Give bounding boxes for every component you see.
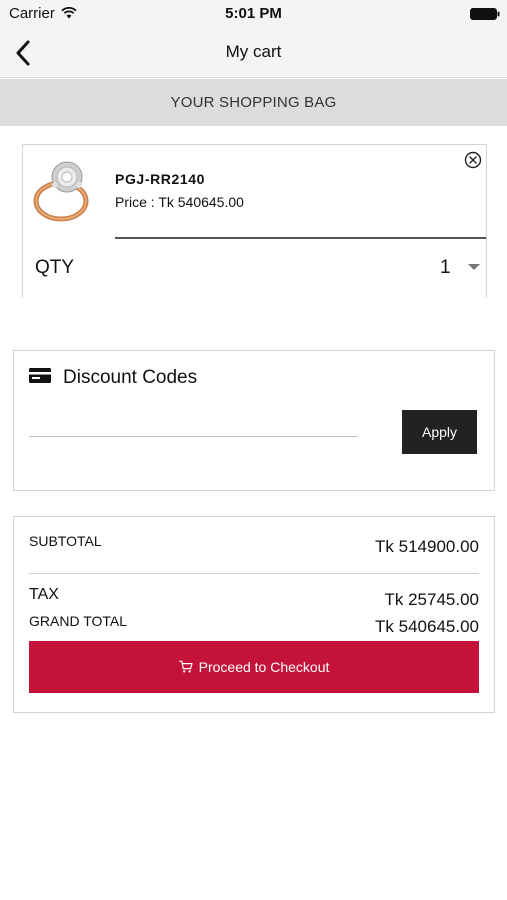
product-price: Price : Tk 540645.00 — [115, 194, 244, 210]
qty-selector[interactable]: QTY 1 — [23, 239, 486, 298]
proceed-to-checkout-button[interactable]: Proceed to Checkout — [29, 641, 479, 693]
grand-total-value: Tk 540645.00 — [375, 617, 479, 636]
cart-item: PGJ-RR2140 Price : Tk 540645.00 QTY 1 — [22, 144, 487, 298]
discount-code-input[interactable] — [29, 413, 358, 437]
page-title: My cart — [225, 42, 282, 61]
product-sku: PGJ-RR2140 — [115, 171, 206, 187]
credit-card-icon — [29, 368, 51, 383]
checkout-label: Proceed to Checkout — [198, 659, 330, 675]
ring-image — [33, 161, 89, 222]
tax-value: Tk 25745.00 — [384, 590, 479, 609]
discount-title: Discount Codes — [63, 367, 198, 388]
close-circle-icon[interactable] — [464, 151, 482, 169]
tax-label: TAX — [29, 586, 59, 603]
totals-divider — [29, 573, 479, 574]
apply-button[interactable]: Apply — [402, 410, 477, 454]
order-summary: SUBTOTAL Tk 514900.00 TAX Tk 25745.00 GR… — [13, 516, 495, 713]
battery-icon — [470, 8, 500, 20]
qty-value[interactable]: 1 — [440, 257, 451, 279]
nav-bar: My cart — [0, 28, 507, 78]
status-time: 5:01 PM — [225, 5, 282, 22]
grand-total-label: GRAND TOTAL — [29, 613, 128, 629]
cart-item-details: PGJ-RR2140 Price : Tk 540645.00 — [23, 145, 486, 238]
section-header: YOUR SHOPPING BAG — [0, 79, 507, 126]
discount-panel: Discount Codes Apply — [13, 350, 495, 491]
cart-icon — [178, 660, 193, 673]
caret-down-icon[interactable] — [468, 264, 480, 270]
subtotal-value: Tk 514900.00 — [375, 537, 479, 556]
subtotal-label: SUBTOTAL — [29, 533, 102, 549]
qty-label: QTY — [35, 257, 75, 278]
status-bar: Carrier 5:01 PM — [0, 0, 507, 28]
